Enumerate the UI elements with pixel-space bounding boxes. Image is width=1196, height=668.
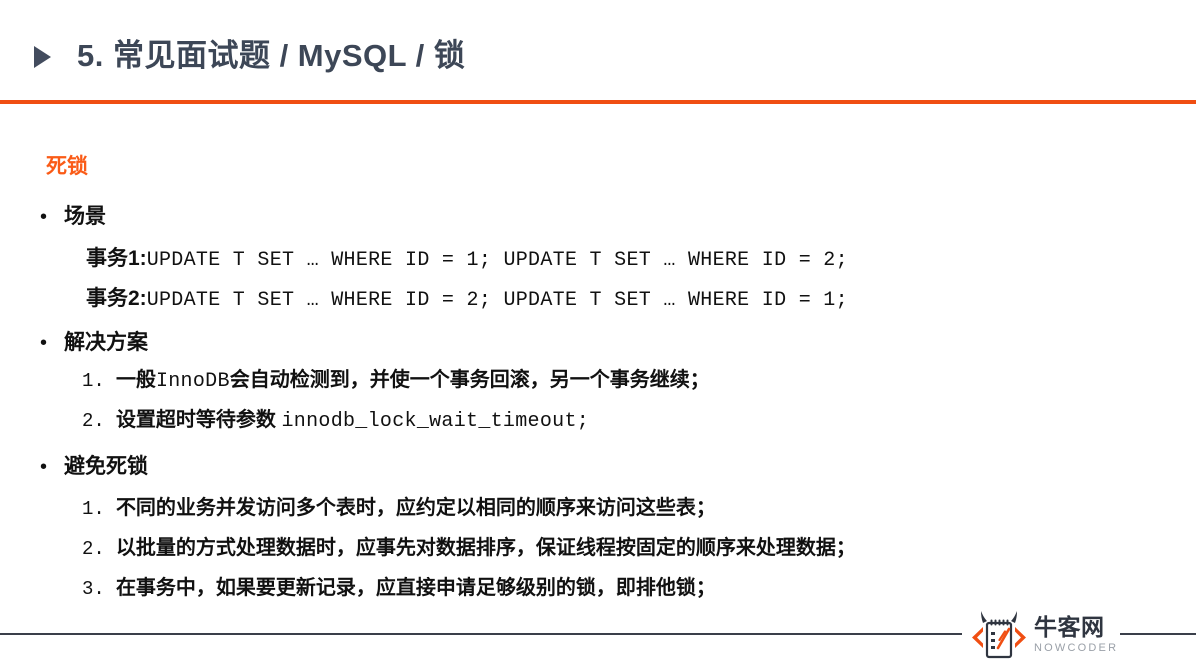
list-number: 2. <box>82 538 105 560</box>
triangle-right-icon <box>34 45 51 68</box>
brand-wordmark: 牛客网 NOWCODER <box>1034 616 1118 654</box>
code-line-transaction-1: 事务1:UPDATE T SET … WHERE ID = 1; UPDATE … <box>86 248 848 271</box>
brand-name-cn: 牛客网 <box>1034 614 1105 640</box>
brand-name-en: NOWCODER <box>1034 642 1119 654</box>
bullet-label: 避免死锁 <box>64 455 148 478</box>
list-number: 3. <box>82 578 105 600</box>
slide-content: 死锁 • 场景 事务1:UPDATE T SET … WHERE ID = 1;… <box>0 104 1196 604</box>
list-item-solution-2: 2. 设置超时等待参数 innodb_lock_wait_timeout; <box>82 410 589 432</box>
bullet-dot-icon: • <box>40 206 48 228</box>
list-text-a: 设置超时等待参数 <box>115 409 282 431</box>
page-title: 5. 常见面试题 / MySQL / 锁 <box>77 38 466 73</box>
list-item-avoid-2: 2. 以批量的方式处理数据时，应事先对数据排序，保证线程按固定的顺序来处理数据； <box>82 538 856 559</box>
brand-logo: 牛客网 NOWCODER <box>962 604 1120 666</box>
code-line-prefix: 事务2: <box>86 287 147 310</box>
slide-header: 5. 常见面试题 / MySQL / 锁 <box>0 0 1196 104</box>
bullet-item-scene: • 场景 <box>40 206 106 227</box>
nowcoder-notepad-icon <box>972 611 1026 659</box>
footer-divider-left <box>0 633 962 635</box>
list-text-a: 在事务中，如果要更新记录，应直接申请足够级别的锁，即排他锁； <box>115 577 716 599</box>
list-number: 1. <box>82 370 105 392</box>
code-line-sql: UPDATE T SET … WHERE ID = 2; UPDATE T SE… <box>146 289 848 312</box>
list-number: 1. <box>82 498 105 520</box>
slide-footer: 牛客网 NOWCODER <box>0 604 1196 668</box>
list-text-mono: innodb_lock_wait_timeout; <box>281 410 590 433</box>
bullet-item-solution: • 解决方案 <box>40 332 148 353</box>
bullet-dot-icon: • <box>40 332 48 354</box>
title-row: 5. 常见面试题 / MySQL / 锁 <box>34 40 465 71</box>
list-text-a: 一般 <box>115 369 156 391</box>
list-item-solution-1: 1. 一般InnoDB会自动检测到，并使一个事务回滚，另一个事务继续； <box>82 370 710 392</box>
code-line-transaction-2: 事务2:UPDATE T SET … WHERE ID = 2; UPDATE … <box>86 288 848 311</box>
code-line-prefix: 事务1: <box>86 247 147 270</box>
code-line-sql: UPDATE T SET … WHERE ID = 1; UPDATE T SE… <box>146 249 848 272</box>
bullet-label: 场景 <box>64 205 106 228</box>
list-item-avoid-3: 3. 在事务中，如果要更新记录，应直接申请足够级别的锁，即排他锁； <box>82 578 716 599</box>
bullet-label: 解决方案 <box>64 331 148 354</box>
list-text-b: 会自动检测到，并使一个事务回滚，另一个事务继续； <box>229 369 710 391</box>
section-heading-deadlock: 死锁 <box>46 155 88 178</box>
bullet-dot-icon: • <box>40 456 48 478</box>
list-text-a: 不同的业务并发访问多个表时，应约定以相同的顺序来访问这些表； <box>115 497 716 519</box>
list-text-mono: InnoDB <box>155 370 230 393</box>
footer-divider-right <box>1118 633 1196 635</box>
bullet-item-avoid-deadlock: • 避免死锁 <box>40 456 148 477</box>
list-item-avoid-1: 1. 不同的业务并发访问多个表时，应约定以相同的顺序来访问这些表； <box>82 498 716 519</box>
list-number: 2. <box>82 410 105 432</box>
list-text-a: 以批量的方式处理数据时，应事先对数据排序，保证线程按固定的顺序来处理数据； <box>115 537 856 559</box>
